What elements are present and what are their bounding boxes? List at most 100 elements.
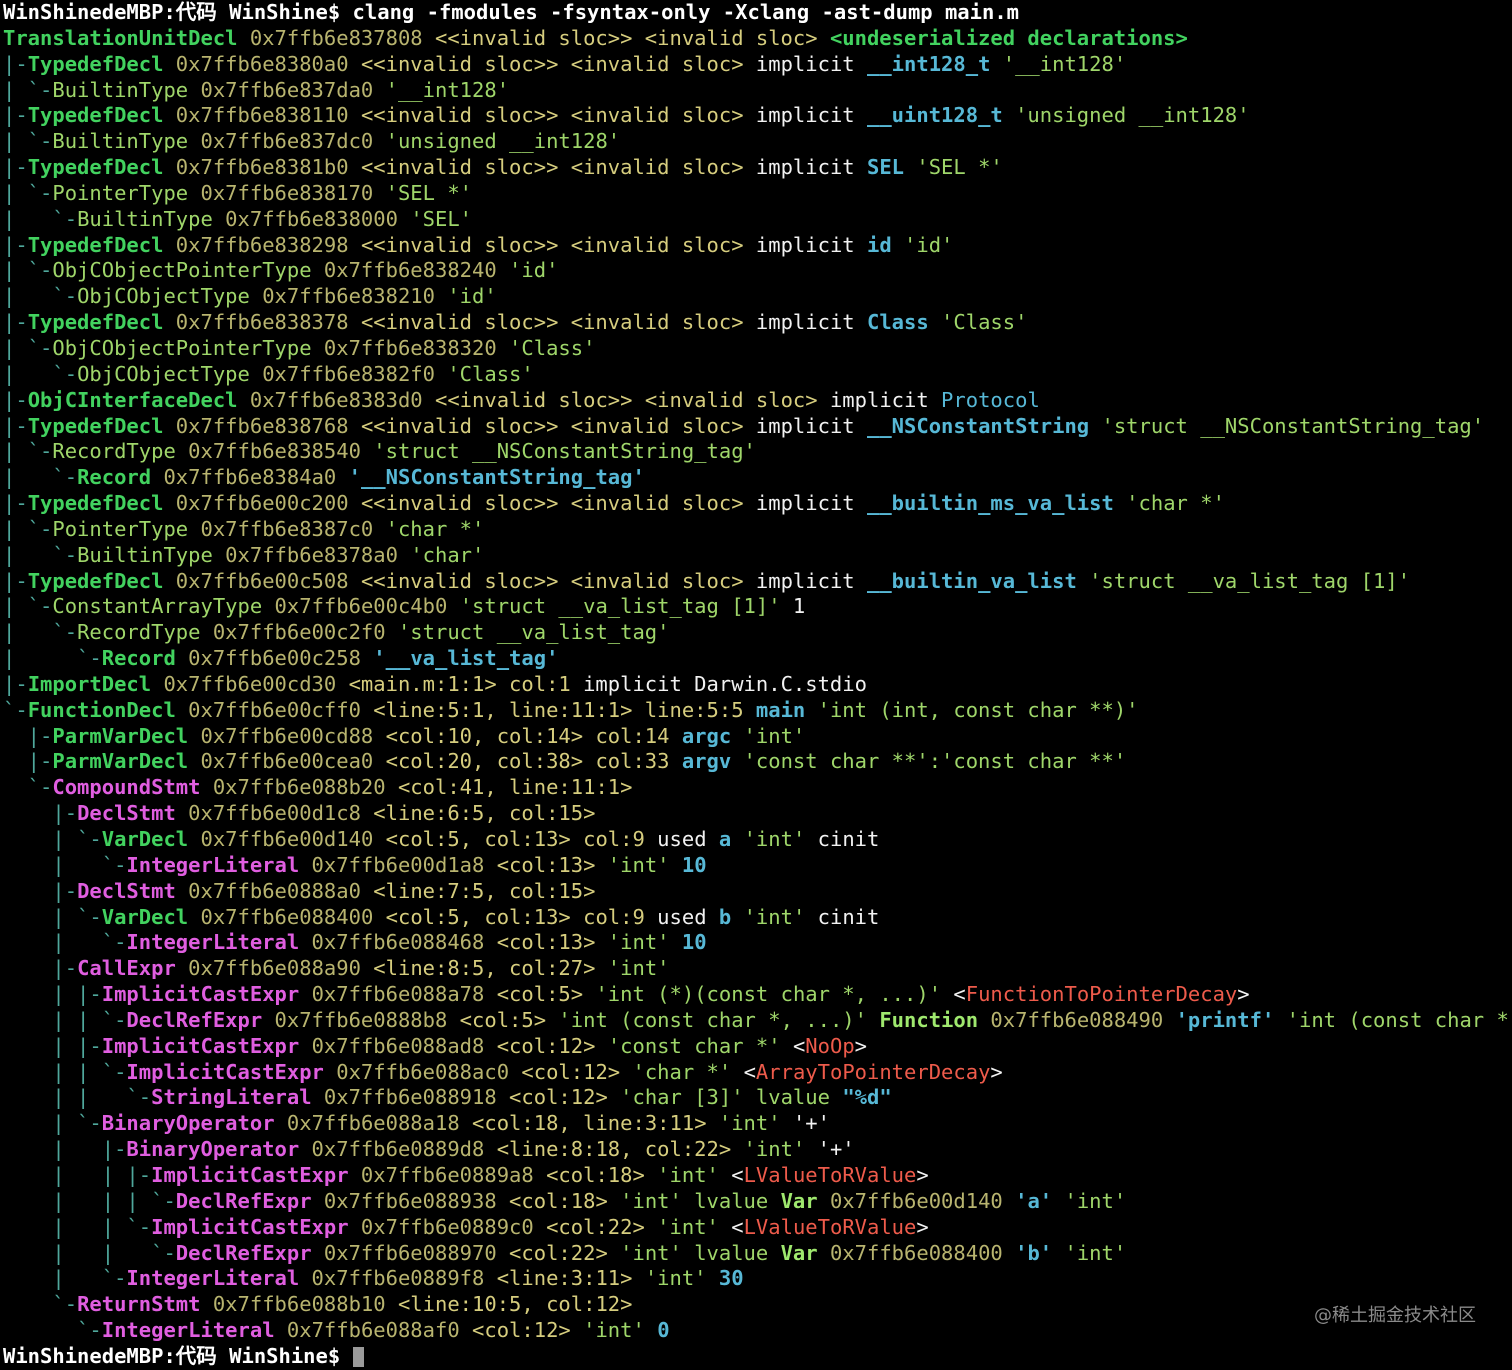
ast-token: 'int' lvalue [620, 1240, 781, 1265]
ast-token: <col:13> [496, 852, 608, 877]
ast-token: ImportDecl [27, 671, 152, 696]
ast-token: <<invalid sloc>> <invalid sloc> [360, 232, 756, 257]
ast-token: DeclStmt [77, 878, 176, 903]
ast-token: '__NSConstantString_tag' [348, 465, 645, 490]
ast-token: LValueToRValue [743, 1214, 917, 1239]
ast-token: <line:3:11> [496, 1266, 645, 1291]
ast-token: 10 [681, 930, 707, 955]
ast-line: | |-ImplicitCastExpr 0x7ffb6e088a78 <col… [3, 982, 1512, 1008]
ast-token: |- [3, 801, 78, 826]
ast-token: VarDecl [101, 827, 189, 851]
terminal-output[interactable]: WinShinedeMBP:代码 WinShine$ clang -fmodul… [3, 0, 1512, 1370]
ast-line: | `-BuiltinType 0x7ffb6e838000 'SEL' [3, 207, 1512, 233]
ast-token: 0x7ffb6e0889f8 [299, 1266, 497, 1291]
ast-token: implicit [755, 310, 867, 335]
ast-token: <<invalid sloc>> <invalid sloc> [360, 103, 756, 128]
ast-token: 0x7ffb6e088918 [311, 1085, 510, 1110]
ast-token: 'b' [1015, 1240, 1053, 1265]
ast-line: |-ObjCInterfaceDecl 0x7ffb6e8383d0 <<inv… [3, 388, 1512, 414]
ast-token: 0x7ffb6e838768 [163, 413, 361, 438]
ast-token: | |- [3, 982, 102, 1007]
ast-line: | |-ImplicitCastExpr 0x7ffb6e088ad8 <col… [3, 1034, 1512, 1060]
ast-token: 0x7ffb6e088af0 [274, 1318, 473, 1343]
ast-token: 0x7ffb6e0888a0 [175, 878, 374, 903]
ast-token: IntegerLiteral [126, 852, 300, 877]
ast-token: TypedefDecl [27, 413, 164, 438]
ast-token: DeclRefExpr [175, 1188, 312, 1213]
ast-token: <<invalid sloc>> <invalid sloc> [360, 491, 756, 516]
ast-token: implicit [755, 232, 867, 257]
ast-token: 'struct __va_list_tag [1]' [1076, 568, 1411, 593]
ast-token: | `- [3, 439, 53, 464]
ast-token: |- [3, 671, 28, 696]
ast-token: main [755, 697, 806, 722]
ast-token: 0x7ffb6e088a78 [299, 982, 497, 1007]
ast-token: 'struct __NSConstantString_tag' [1089, 413, 1485, 438]
ast-line: `-IntegerLiteral 0x7ffb6e088af0 <col:12>… [3, 1318, 1512, 1344]
ast-token: 'int' [657, 1162, 732, 1187]
ast-token: 0x7ffb6e00d1a8 [299, 852, 497, 877]
ast-token: | `- [3, 258, 53, 283]
ast-line: | `-BuiltinType 0x7ffb6e837dc0 'unsigned… [3, 129, 1512, 155]
ast-token: | `- [3, 206, 78, 231]
ast-token: DeclStmt [77, 801, 176, 826]
ast-token: BuiltinType [77, 206, 213, 231]
ast-token: BinaryOperator [126, 1137, 300, 1162]
ast-token: <line:8:18, col:22> [496, 1137, 744, 1162]
ast-token: 0x7ffb6e838170 [188, 180, 386, 205]
ast-token: |- [3, 310, 28, 335]
ast-token: TypedefDecl [27, 310, 164, 335]
ast-token: | | `- [3, 1240, 176, 1265]
ast-token: 'int' [731, 723, 806, 748]
ast-token: CompoundStmt [52, 775, 201, 800]
ast-token: ObjCObjectType [77, 361, 250, 386]
ast-token: > [916, 1162, 929, 1187]
ast-token: ObjCInterfaceDecl [27, 387, 238, 412]
ast-token: 0x7ffb6e088938 [311, 1188, 510, 1213]
ast-token: <main.m:1:1> col:1 [348, 671, 584, 696]
ast-token: TranslationUnitDecl [3, 25, 238, 50]
ast-token: <col:41, line:11:1> [397, 775, 633, 800]
ast-token: <<invalid sloc>> <invalid sloc> [360, 51, 756, 76]
ast-line: TranslationUnitDecl 0x7ffb6e837808 <<inv… [3, 26, 1512, 52]
ast-token: used [657, 827, 719, 851]
ast-token: WinShinedeMBP:代码 WinShine$ [3, 1343, 353, 1368]
ast-token: < [953, 982, 966, 1007]
ast-token: FunctionDecl [27, 697, 176, 722]
ast-token: 'SEL *' [385, 180, 473, 205]
ast-token: 'Class' [928, 310, 1028, 335]
ast-token: <<invalid sloc>> <invalid sloc> [360, 310, 756, 335]
ast-line: | |-BinaryOperator 0x7ffb6e0889d8 <line:… [3, 1137, 1512, 1163]
ast-token: |- [3, 956, 78, 981]
ast-token: | | `- [3, 1085, 152, 1110]
ast-token: 0x7ffb6e837da0 [188, 77, 386, 102]
ast-token: 'unsigned __int128' [1002, 103, 1250, 128]
ast-token: 'char *' [632, 1059, 744, 1084]
ast-token: __NSConstantString [866, 413, 1090, 438]
ast-token: 30 [718, 1266, 744, 1291]
ast-token: implicit [755, 568, 867, 593]
ast-token: > [916, 1214, 929, 1239]
ast-token: a [718, 827, 732, 851]
ast-token: 0x7ffb6e838320 [311, 335, 510, 360]
prompt-line: WinShinedeMBP:代码 WinShine$ [3, 1344, 1512, 1370]
ast-token: < [792, 1033, 806, 1058]
ast-token: | | `- [3, 1059, 127, 1084]
ast-token: argv [681, 749, 732, 774]
ast-token: <line:10:5, col:12> [397, 1292, 633, 1317]
ast-token: implicit [755, 155, 867, 180]
ast-line: `-CompoundStmt 0x7ffb6e088b20 <col:41, l… [3, 775, 1512, 801]
ast-token: | | `- [3, 1007, 127, 1032]
ast-token: 'int' lvalue [620, 1188, 781, 1213]
ast-token: ObjCObjectPointerType [52, 335, 312, 360]
ast-token: NoOp [805, 1033, 855, 1058]
ast-token: | `- [3, 465, 78, 490]
ast-token: | `- [3, 542, 78, 567]
ast-token: | |- [3, 1137, 127, 1162]
ast-token: 0x7ffb6e0889c0 [348, 1214, 547, 1239]
ast-token: |- [3, 51, 28, 76]
ast-token: 0x7ffb6e088b10 [200, 1292, 398, 1317]
ast-line: |-TypedefDecl 0x7ffb6e838378 <<invalid s… [3, 310, 1512, 336]
ast-line: | `-RecordType 0x7ffb6e00c2f0 'struct __… [3, 620, 1512, 646]
ast-token: '__int128' [990, 51, 1127, 76]
